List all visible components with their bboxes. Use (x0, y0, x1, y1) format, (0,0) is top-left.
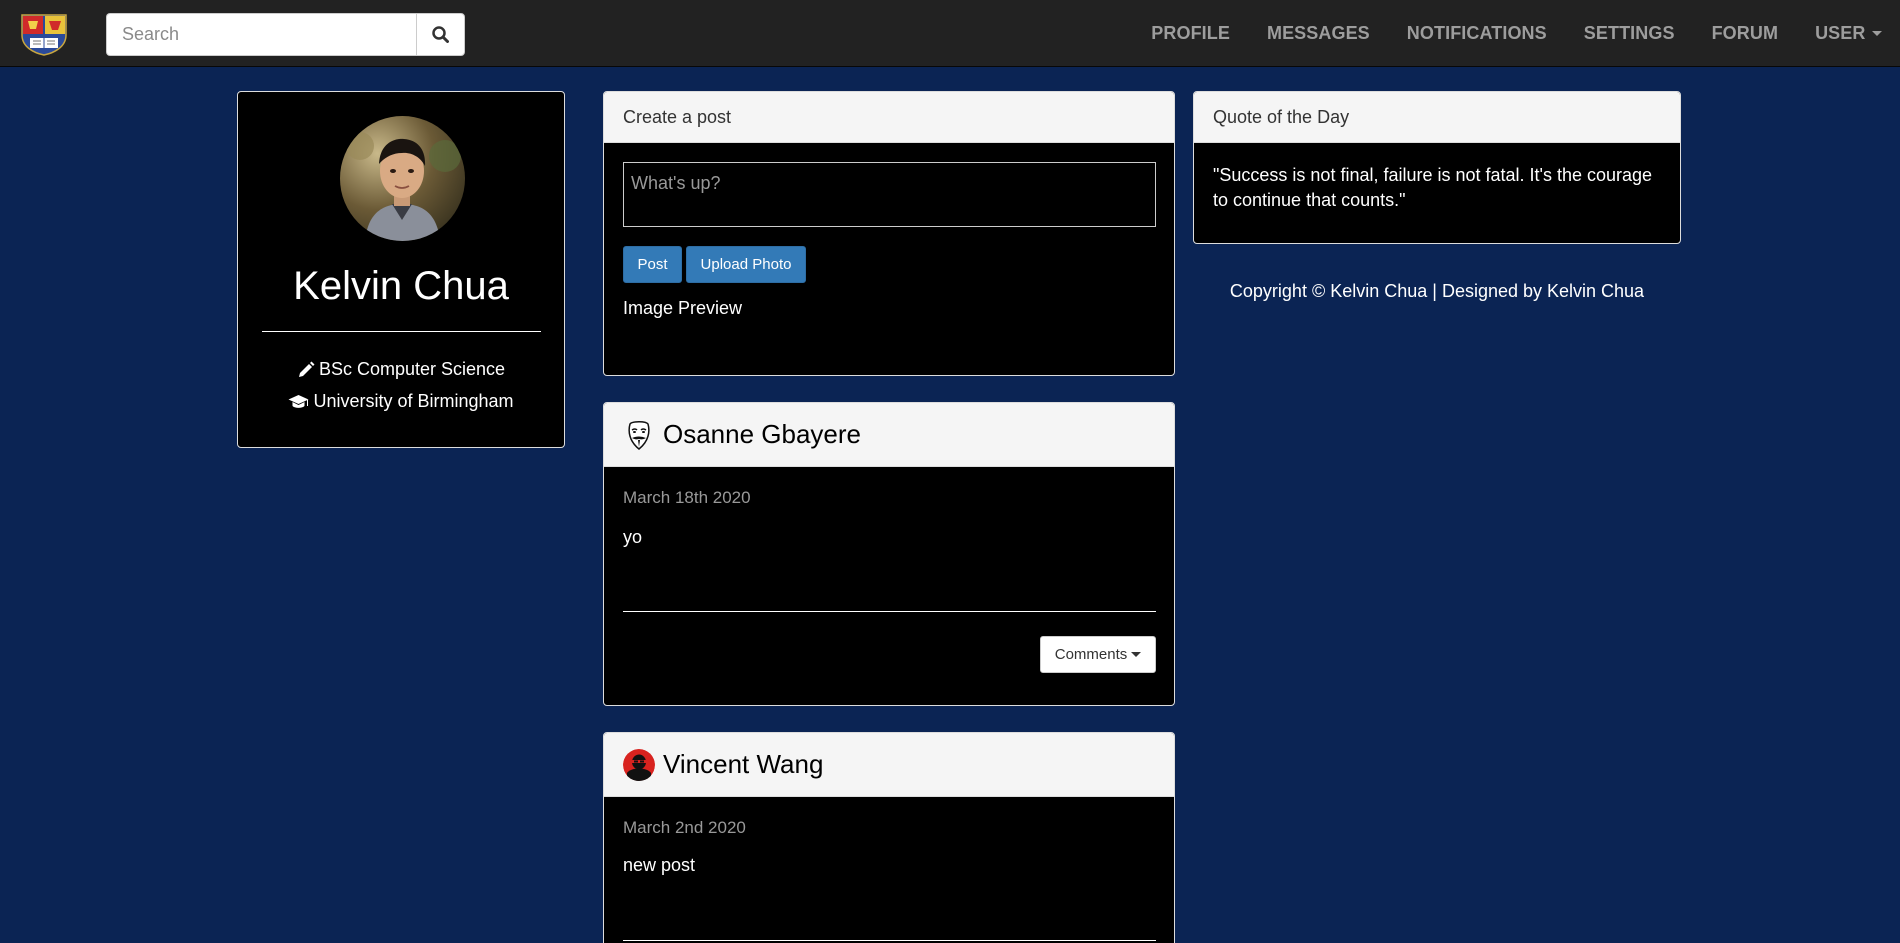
post-body-text: yo (623, 527, 643, 547)
pencil-icon (298, 361, 315, 377)
graduation-cap-icon (288, 394, 309, 408)
copyright-footer: Copyright © Kelvin Chua | Designed by Ke… (1229, 281, 1645, 301)
caret-down-icon (1871, 31, 1882, 36)
profile-degree: BSc Computer Science (238, 359, 564, 380)
guy-fawkes-mask-icon[interactable] (623, 418, 655, 451)
post-body-text: new post (623, 855, 696, 875)
image-preview-label: Image Preview (623, 298, 743, 318)
create-post-panel: Create a post Post Upload Photo Image Pr… (603, 91, 1175, 376)
search-button[interactable] (416, 13, 465, 56)
profile-degree-text: BSc Computer Science (318, 359, 506, 379)
search-icon (432, 26, 449, 43)
post-divider (623, 940, 1156, 941)
search-input[interactable] (106, 13, 416, 56)
nav-links: PROFILE MESSAGES NOTIFICATIONS SETTINGS … (1133, 0, 1900, 67)
quote-heading: Quote of the Day (1194, 92, 1680, 143)
post-date: March 18th 2020 (623, 488, 751, 507)
comments-dropdown-button[interactable]: Comments (1040, 636, 1156, 673)
post-text-input[interactable] (623, 162, 1156, 227)
user-menu-label: USER (1815, 23, 1866, 43)
post-card: Osanne Gbayere March 18th 2020 yo Commen… (603, 402, 1175, 706)
search-bar (106, 13, 465, 56)
post-author-name[interactable]: Osanne Gbayere (663, 419, 861, 450)
red-avatar-icon[interactable] (623, 748, 655, 781)
profile-name: Kelvin Chua (293, 264, 509, 308)
university-crest-icon[interactable] (20, 13, 68, 56)
top-navbar: PROFILE MESSAGES NOTIFICATIONS SETTINGS … (0, 0, 1900, 67)
post-button[interactable]: Post (623, 246, 682, 283)
post-header: Osanne Gbayere (604, 403, 1174, 467)
quote-text: "Success is not final, failure is not fa… (1213, 165, 1653, 210)
post-card: Vincent Wang March 2nd 2020 new post (603, 732, 1175, 943)
profile-card: Kelvin Chua BSc Computer Science Univers… (237, 91, 565, 448)
upload-photo-button[interactable]: Upload Photo (686, 246, 806, 283)
comments-button-label: Comments (1054, 646, 1128, 663)
nav-link-notifications[interactable]: NOTIFICATIONS (1388, 0, 1565, 67)
post-divider (623, 611, 1156, 612)
create-post-heading: Create a post (604, 92, 1174, 143)
profile-avatar[interactable] (340, 116, 465, 241)
post-author-name[interactable]: Vincent Wang (663, 749, 823, 780)
nav-link-settings[interactable]: SETTINGS (1565, 0, 1693, 67)
profile-university: University of Birmingham (238, 391, 564, 412)
profile-university-text: University of Birmingham (313, 391, 514, 411)
nav-link-messages[interactable]: MESSAGES (1248, 0, 1388, 67)
nav-link-forum[interactable]: FORUM (1693, 0, 1797, 67)
quote-panel: Quote of the Day "Success is not final, … (1193, 91, 1681, 244)
caret-down-icon (1131, 652, 1142, 657)
user-menu-dropdown[interactable]: USER (1797, 0, 1900, 67)
post-header: Vincent Wang (604, 733, 1174, 797)
post-date: March 2nd 2020 (623, 818, 746, 837)
profile-divider (262, 331, 541, 332)
nav-link-profile[interactable]: PROFILE (1133, 0, 1249, 67)
